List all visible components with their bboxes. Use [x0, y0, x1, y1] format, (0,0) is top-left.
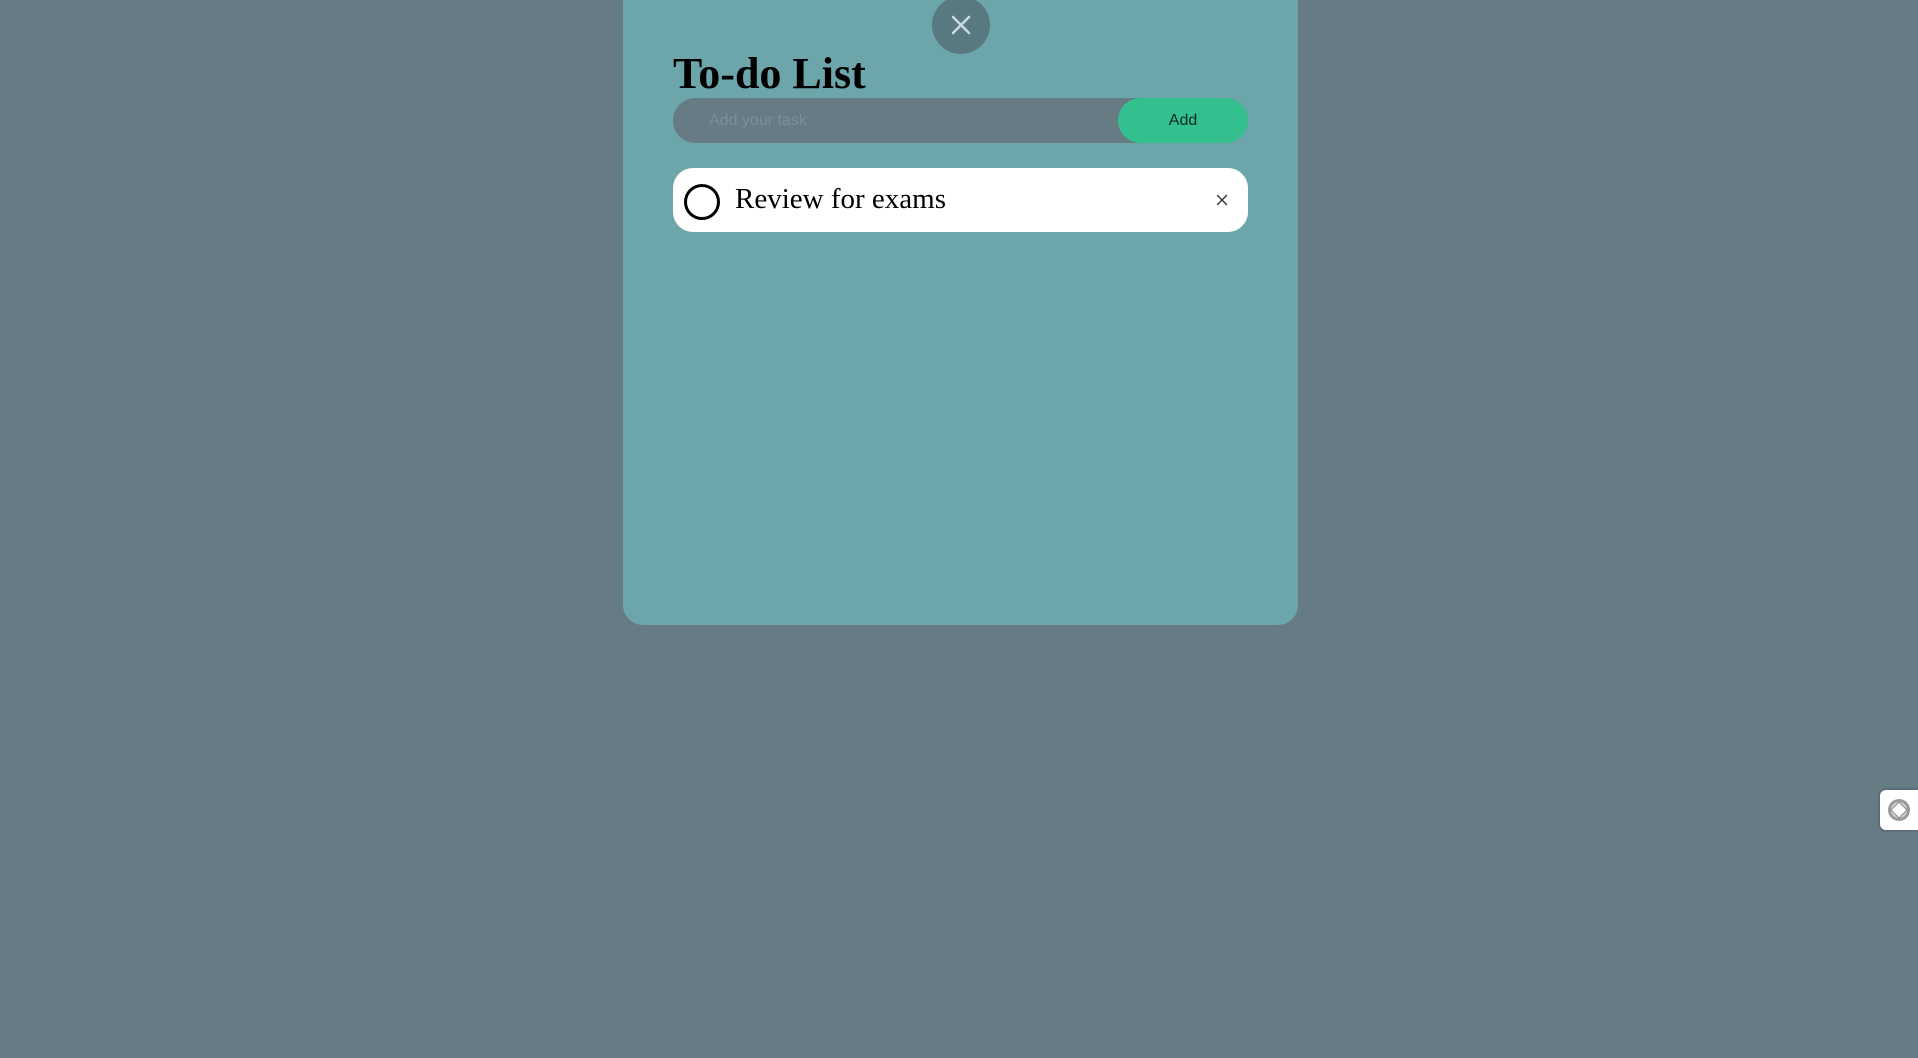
task-item: Review for exams [673, 168, 1248, 232]
circle-checkbox-icon[interactable] [684, 184, 720, 220]
task-label: Review for exams [735, 183, 946, 215]
extension-icon [1888, 799, 1910, 821]
close-icon [951, 15, 971, 35]
task-list: Review for exams [673, 168, 1248, 246]
delete-task-button[interactable] [1210, 188, 1234, 212]
add-button[interactable]: Add [1118, 98, 1248, 143]
add-task-form: Add [673, 98, 1248, 143]
side-extension-widget[interactable] [1880, 790, 1918, 830]
close-icon [1216, 194, 1228, 206]
page-title: To-do List [673, 49, 866, 98]
